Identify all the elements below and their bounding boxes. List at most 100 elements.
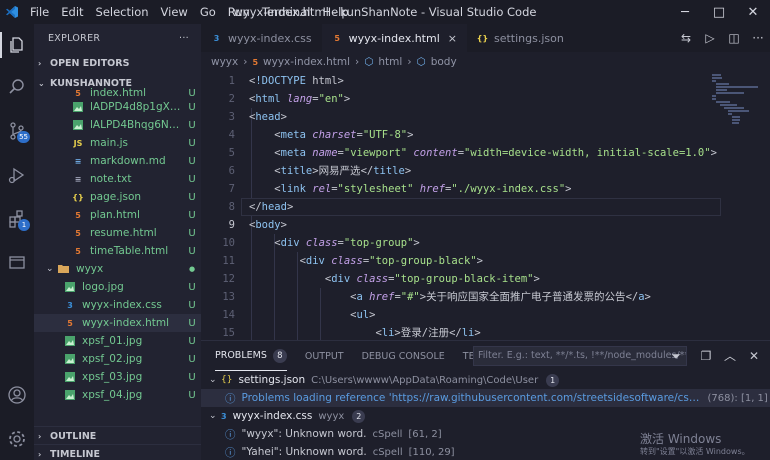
tab-wyyx-index-html[interactable]: 5 wyyx-index.html × — [321, 24, 467, 52]
explorer-icon[interactable] — [0, 28, 34, 62]
file-item[interactable]: 5 plan.html U — [34, 206, 201, 224]
git-status: U — [188, 245, 196, 257]
problem-item[interactable]: ⓘ Problems loading reference 'https://ra… — [201, 389, 770, 407]
outline-section[interactable]: › OUTLINE — [34, 426, 201, 445]
file-item[interactable]: xpsf_04.jpg U — [34, 386, 201, 404]
file-name: plan.html — [90, 209, 140, 221]
maximize-button[interactable]: □ — [702, 0, 736, 24]
run-debug-icon[interactable] — [0, 158, 34, 192]
open-editors-section[interactable]: › OPEN EDITORS — [34, 54, 201, 73]
collapse-all-icon[interactable]: ❐ — [695, 346, 717, 366]
file-item[interactable]: 5 resume.html U — [34, 224, 201, 242]
file-item[interactable]: xpsf_01.jpg U — [34, 332, 201, 350]
close-window-button[interactable]: ✕ — [736, 0, 770, 24]
file-name: xpsf_03.jpg — [82, 371, 143, 383]
code-line: <meta name="viewport" content="width=dev… — [274, 147, 717, 159]
menu-view[interactable]: View — [155, 5, 194, 19]
file-item[interactable]: xpsf_02.jpg U — [34, 350, 201, 368]
breadcrumb-body[interactable]: body — [431, 56, 457, 68]
file-name: note.txt — [90, 173, 132, 185]
menu-run[interactable]: Run — [222, 5, 256, 19]
problems-filter-input[interactable]: Filter. E.g.: text, **/*.ts, !**/node_mo… — [473, 346, 687, 366]
source-control-icon[interactable]: 55 — [0, 114, 34, 148]
line-number: 4 — [228, 129, 235, 141]
minimap[interactable] — [712, 72, 762, 340]
chevron-down-icon: ⌄ — [209, 411, 217, 421]
breadcrumb-folder[interactable]: wyyx — [211, 56, 238, 68]
file-item[interactable]: lALPD4Bhqg6NaLnN... U — [34, 116, 201, 134]
timeline-section[interactable]: › TIMELINE — [34, 444, 201, 460]
tab-wyyx-index-css[interactable]: 3 wyyx-index.css — [201, 24, 322, 52]
git-status: U — [188, 299, 196, 311]
minimap-line — [712, 98, 716, 100]
line-number: 13 — [222, 291, 235, 303]
file-item-selected[interactable]: 5 wyyx-index.html U — [34, 314, 201, 332]
folder-item[interactable]: ⌄ wyyx ● — [34, 260, 201, 278]
file-item[interactable]: xpsf_03.jpg U — [34, 368, 201, 386]
account-icon[interactable] — [0, 378, 34, 412]
problem-group[interactable]: ⌄ {} settings.json C:\Users\wwww\AppData… — [201, 371, 770, 389]
split-editor-icon[interactable]: ◫ — [722, 31, 746, 45]
tab-label: wyyx-index.css — [228, 31, 312, 45]
file-item[interactable]: 5 timeTable.html U — [34, 242, 201, 260]
more-actions-icon[interactable]: ··· — [179, 33, 189, 44]
remote-explorer-icon[interactable] — [0, 246, 34, 280]
breadcrumb-html[interactable]: html — [378, 56, 402, 68]
problem-message: Problems loading reference 'https://raw.… — [241, 392, 702, 404]
problem-message: "wyyx": Unknown word. — [241, 428, 367, 440]
breadcrumb-file[interactable]: wyyx-index.html — [263, 56, 350, 68]
tab-settings-json[interactable]: {} settings.json — [466, 24, 574, 52]
filter-icon[interactable]: ⏷ — [665, 346, 687, 366]
minimap-line — [724, 107, 745, 109]
file-name: xpsf_04.jpg — [82, 389, 143, 401]
menu-edit[interactable]: Edit — [55, 5, 89, 19]
tab-problems[interactable]: PROBLEMS 8 — [215, 341, 287, 371]
file-item[interactable]: ≡ note.txt U — [34, 170, 201, 188]
css-file-icon: 3 — [67, 300, 73, 310]
image-file-icon — [64, 281, 76, 293]
file-item[interactable]: logo.jpg U — [34, 278, 201, 296]
close-panel-icon[interactable]: ✕ — [743, 346, 765, 366]
code-line: <head> — [249, 111, 287, 123]
file-item[interactable]: lADPD4d8p1gXE-jN... U — [34, 98, 201, 116]
open-editors-label: OPEN EDITORS — [50, 58, 130, 69]
menu-file[interactable]: File — [24, 5, 55, 19]
file-item[interactable]: 3 wyyx-index.css U — [34, 296, 201, 314]
code-line: <link rel="stylesheet" href="./wyyx-inde… — [274, 183, 572, 195]
file-item[interactable]: JS main.js U — [34, 134, 201, 152]
folder-open-icon — [58, 263, 70, 275]
menu-go[interactable]: Go — [194, 5, 222, 19]
file-item[interactable]: {} page.json U — [34, 188, 201, 206]
run-icon[interactable]: ▷ — [698, 31, 722, 45]
menu-terminal[interactable]: Terminal — [256, 5, 317, 19]
close-tab-icon[interactable]: × — [448, 32, 457, 45]
code-line: <li>登录/注册</li> — [375, 327, 481, 339]
menu-help[interactable]: Help — [316, 5, 354, 19]
maximize-panel-icon[interactable]: ︿ — [719, 346, 741, 366]
menu-selection[interactable]: Selection — [90, 5, 155, 19]
extensions-icon[interactable]: 1 — [0, 202, 34, 236]
more-actions-icon[interactable]: ··· — [746, 31, 770, 45]
image-file-icon — [64, 353, 76, 365]
code-editor[interactable]: 1 2 3 4 5 6 7 8 9 10 11 12 13 14 15 16 1… — [201, 72, 770, 340]
info-icon: ⓘ — [225, 392, 236, 405]
settings-gear-icon[interactable] — [0, 422, 34, 456]
compare-changes-icon[interactable]: ⇆ — [674, 31, 698, 45]
line-number: 15 — [222, 327, 235, 339]
windows-activation-hint: 转到"设置"以激活 Windows。 — [640, 447, 750, 456]
tab-output[interactable]: OUTPUT — [305, 341, 344, 371]
windows-activation-watermark: 激活 Windows — [640, 432, 722, 446]
chevron-right-icon: › — [38, 431, 42, 441]
image-file-icon — [64, 335, 76, 347]
explorer-title: EXPLORER — [48, 32, 101, 44]
explorer-sidebar: EXPLORER ··· › OPEN EDITORS ⌄ KUNSHANNOT… — [34, 24, 201, 460]
tab-debug-console[interactable]: DEBUG CONSOLE — [362, 341, 445, 371]
text-file-icon: ≡ — [74, 174, 82, 184]
git-status: U — [188, 137, 196, 149]
problem-group[interactable]: ⌄ 3 wyyx-index.css wyyx 2 — [201, 407, 770, 425]
line-number: 2 — [228, 93, 235, 105]
minimize-button[interactable]: ─ — [668, 0, 702, 24]
file-item[interactable]: ≡ markdown.md U — [34, 152, 201, 170]
problem-file-path: wyyx — [318, 410, 345, 422]
search-icon[interactable] — [0, 70, 34, 104]
